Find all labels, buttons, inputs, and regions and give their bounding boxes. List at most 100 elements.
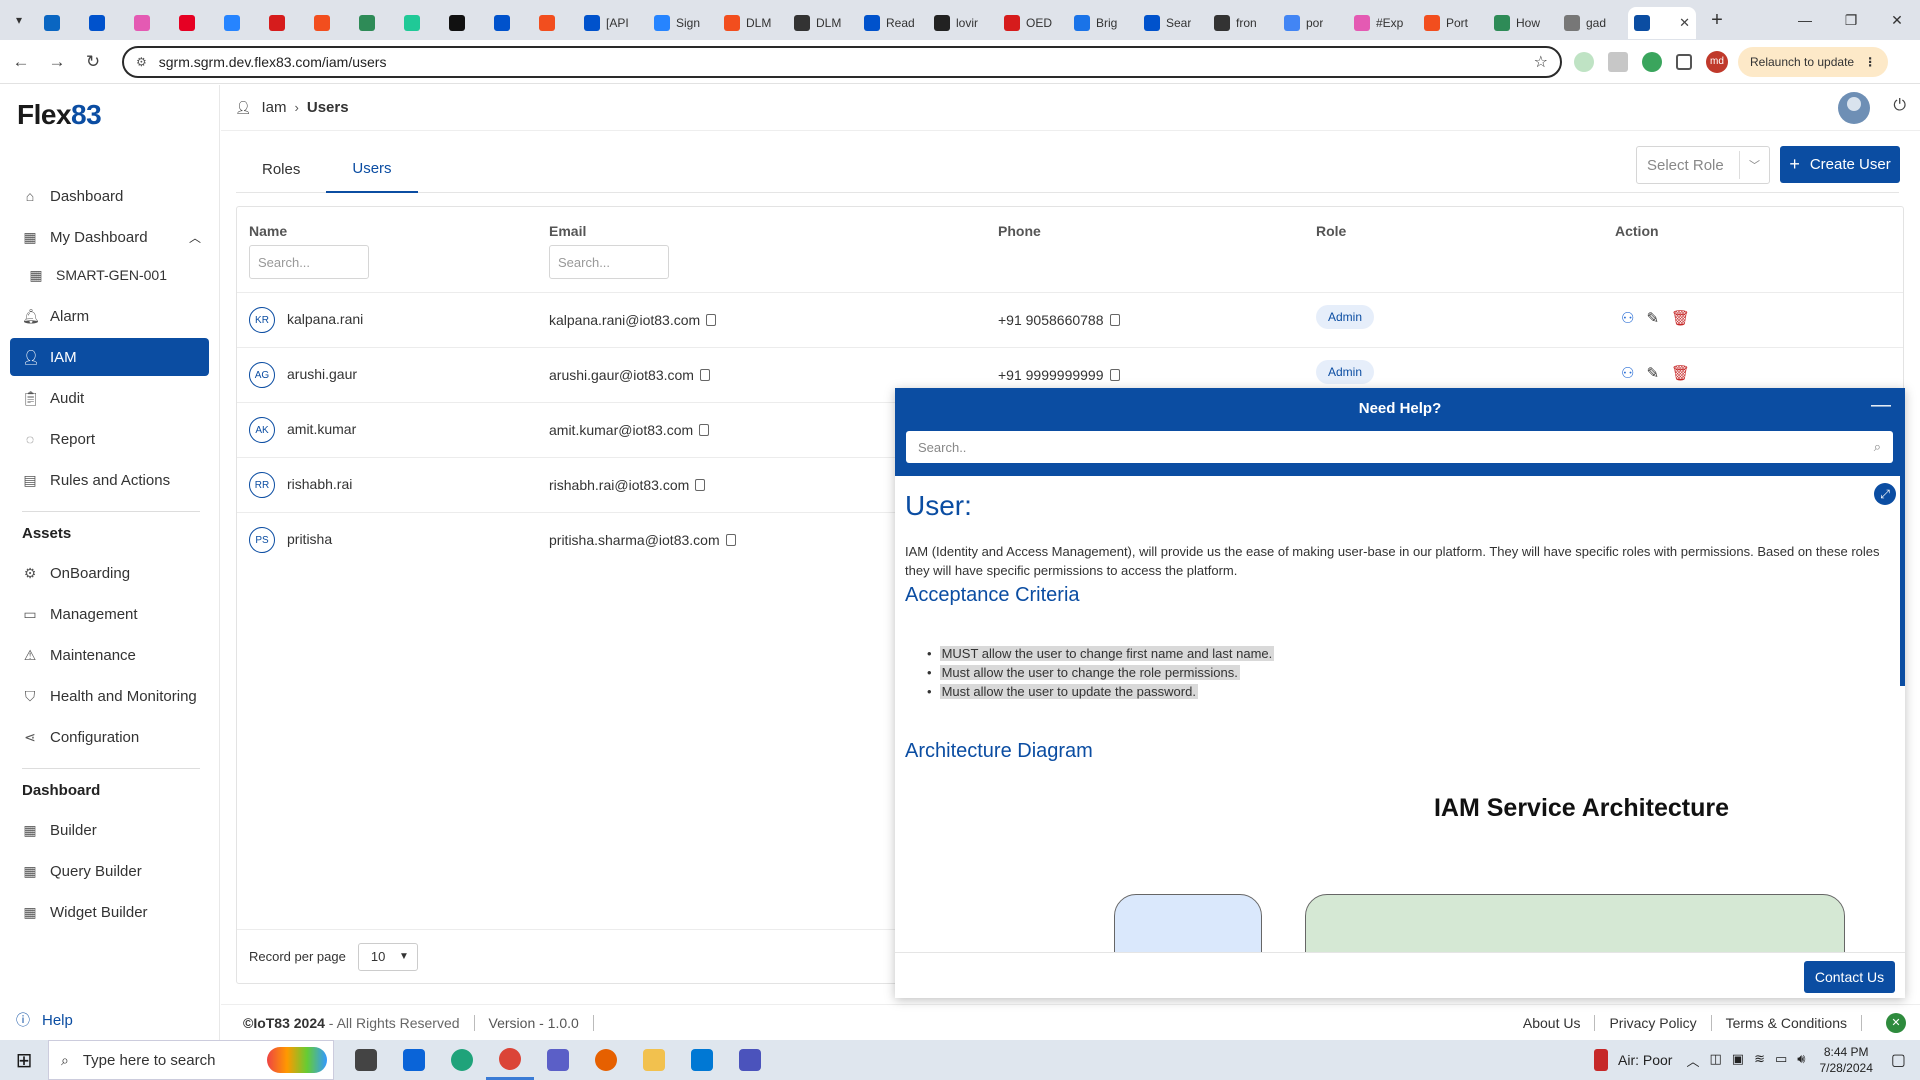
scrollbar[interactable] (1900, 476, 1905, 686)
breadcrumb-parent[interactable]: Iam (262, 99, 287, 116)
browser-tab[interactable] (38, 7, 83, 39)
taskbar-app-mail[interactable] (390, 1040, 438, 1080)
browser-tab[interactable]: lovir (928, 7, 998, 39)
browser-tab[interactable] (218, 7, 263, 39)
wifi-icon[interactable]: ≋ (1754, 1051, 1765, 1070)
sidebar-item-report[interactable]: ◌ Report (10, 420, 209, 458)
browser-tab[interactable]: gad (1558, 7, 1628, 39)
table-row[interactable]: KR kalpana.rani kalpana.rani@iot83.com +91 … (237, 292, 1903, 347)
taskbar-app-teams[interactable] (534, 1040, 582, 1080)
address-bar[interactable]: ⚙ sgrm.sgrm.dev.flex83.com/iam/users ☆ (122, 45, 1562, 78)
windows-start-icon[interactable]: ⊞ (0, 1040, 48, 1080)
delete-icon[interactable]: 🗑︎ (1671, 364, 1690, 382)
sidebar-item-dashboard[interactable]: ⌂ Dashboard (10, 177, 209, 215)
browser-tab[interactable]: [API (578, 7, 648, 39)
browser-tab[interactable]: DLM (788, 7, 858, 39)
new-tab-button[interactable]: + (1700, 9, 1734, 32)
browser-tab-active[interactable]: ✕ (1628, 7, 1696, 39)
copy-icon[interactable] (1109, 314, 1120, 326)
browser-tab[interactable]: DLM (718, 7, 788, 39)
browser-tab[interactable] (83, 7, 128, 39)
minimize-icon[interactable]: — (1871, 394, 1891, 417)
display-icon[interactable]: ▣ (1732, 1051, 1744, 1070)
copy-icon[interactable] (725, 534, 736, 546)
browser-tab[interactable] (353, 7, 398, 39)
close-tab-icon[interactable]: ✕ (1679, 15, 1690, 31)
sidebar-item-configuration[interactable]: ⋖ Configuration (10, 718, 209, 756)
browser-tab[interactable] (443, 7, 488, 39)
browser-tab[interactable]: por (1278, 7, 1348, 39)
minimize-icon[interactable]: — (1782, 0, 1828, 40)
sidebar-item-management[interactable]: ▭ Management (10, 595, 209, 633)
browser-tab[interactable]: Sign (648, 7, 718, 39)
delete-icon[interactable]: 🗑︎ (1671, 309, 1690, 327)
more-menu-icon[interactable]: ⋮ (1864, 55, 1876, 69)
sidebar-item-smart-gen[interactable]: ▦ SMART-GEN-001 (10, 256, 209, 294)
clock[interactable]: 8:44 PM 7/28/2024 (1819, 1044, 1872, 1076)
flex83-logo[interactable]: Flex83 (17, 99, 102, 131)
sidebar-item-iam[interactable]: 👤︎ IAM (10, 338, 209, 376)
privacy-policy-link[interactable]: Privacy Policy (1609, 1015, 1696, 1031)
help-search-input[interactable]: Search.. ⌕ (906, 431, 1893, 463)
browser-tab[interactable]: Brig (1068, 7, 1138, 39)
select-role-dropdown[interactable]: Select Role ﹀ (1636, 146, 1770, 184)
extension-icon[interactable] (1608, 51, 1628, 72)
create-user-button[interactable]: + Create User (1780, 146, 1900, 183)
manage-user-icon[interactable]: ⚇ (1621, 309, 1634, 327)
sidebar-item-onboarding[interactable]: ⚙ OnBoarding (10, 554, 209, 592)
browser-tab[interactable] (488, 7, 533, 39)
restore-icon[interactable]: ❐ (1828, 0, 1874, 40)
search-icon[interactable]: ⌕ (1874, 439, 1881, 455)
notification-icon[interactable]: ▢ (1891, 1050, 1906, 1070)
reload-button[interactable]: ↻ (78, 47, 108, 77)
sidebar-item-audit[interactable]: 📋︎ Audit (10, 379, 209, 417)
forward-button[interactable]: → (42, 47, 72, 77)
browser-tab[interactable]: Port (1418, 7, 1488, 39)
browser-tab[interactable]: fron (1208, 7, 1278, 39)
tab-roles[interactable]: Roles (236, 145, 326, 193)
profile-avatar[interactable]: md (1706, 50, 1728, 73)
url-text[interactable]: sgrm.sgrm.dev.flex83.com/iam/users (159, 54, 1534, 70)
browser-tab[interactable]: OED (998, 7, 1068, 39)
close-help-fab-icon[interactable]: ✕ (1886, 1012, 1906, 1033)
extension-icon[interactable] (1642, 51, 1662, 72)
sidebar-item-widget-builder[interactable]: ▦ Widget Builder (10, 893, 209, 931)
taskbar-app-vscode[interactable] (678, 1040, 726, 1080)
user-avatar[interactable] (1838, 92, 1870, 124)
taskbar-app-teams-classic[interactable] (726, 1040, 774, 1080)
battery-icon[interactable]: ▭ (1775, 1051, 1787, 1070)
edit-icon[interactable]: ✎ (1646, 309, 1659, 327)
browser-tab[interactable]: Read (858, 7, 928, 39)
edit-icon[interactable]: ✎ (1646, 364, 1659, 382)
tab-search-button[interactable]: ▾ (0, 0, 38, 40)
chevron-up-icon[interactable]: ︿ (1686, 1051, 1699, 1070)
contact-us-button[interactable]: Contact Us (1804, 961, 1895, 993)
taskbar-search-input[interactable]: ⌕ Type here to search (48, 1040, 334, 1080)
extension-icon[interactable] (1574, 51, 1594, 72)
sidebar-item-health[interactable]: ⛉ Health and Monitoring (10, 677, 209, 715)
copy-icon[interactable] (699, 424, 710, 436)
taskbar-app-task-view[interactable] (342, 1040, 390, 1080)
taskbar-app-firefox[interactable] (582, 1040, 630, 1080)
relaunch-button[interactable]: Relaunch to update ⋮ (1738, 46, 1889, 77)
about-us-link[interactable]: About Us (1523, 1015, 1581, 1031)
browser-tab[interactable] (533, 7, 578, 39)
browser-tab[interactable] (173, 7, 218, 39)
volume-icon[interactable]: 🔊︎ (1797, 1051, 1805, 1070)
sidebar-item-my-dashboard[interactable]: ▦ My Dashboard ︿ (10, 218, 209, 256)
browser-tab[interactable] (263, 7, 308, 39)
weather-widget[interactable]: Air: Poor (1594, 1049, 1672, 1071)
sidebar-item-maintenance[interactable]: ⚠ Maintenance (10, 636, 209, 674)
email-search-input[interactable]: Search... (549, 245, 669, 279)
browser-tab[interactable] (128, 7, 173, 39)
name-search-input[interactable]: Search... (249, 245, 369, 279)
back-button[interactable]: ← (6, 47, 36, 77)
sidebar-item-rules[interactable]: ▤ Rules and Actions (10, 461, 209, 499)
power-icon[interactable]: ⏻ (1893, 97, 1906, 115)
copy-icon[interactable] (695, 479, 706, 491)
browser-tab[interactable]: How (1488, 7, 1558, 39)
copy-icon[interactable] (706, 314, 717, 326)
manage-user-icon[interactable]: ⚇ (1621, 364, 1634, 382)
tab-users[interactable]: Users (326, 145, 418, 193)
browser-tab[interactable]: #Exp (1348, 7, 1418, 39)
